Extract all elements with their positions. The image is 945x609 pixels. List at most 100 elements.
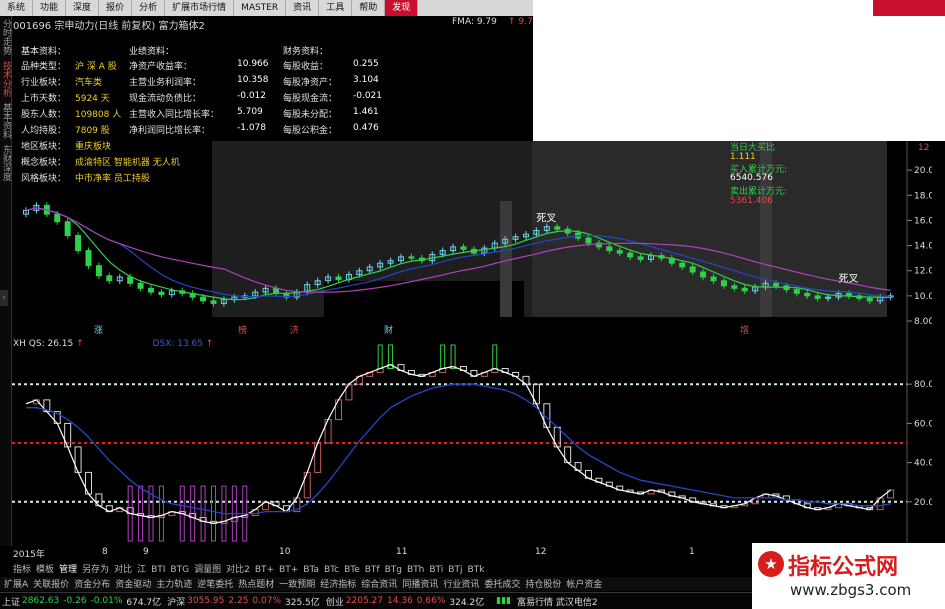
sh-index-amount: 674.7亿 bbox=[126, 597, 162, 608]
toolbar-tab[interactable]: 经济指标 bbox=[320, 580, 356, 590]
toolbar-tab[interactable]: BTf bbox=[365, 565, 380, 575]
tab-technical[interactable]: 技术分析 bbox=[0, 58, 13, 100]
toolbar-tab[interactable]: BTi bbox=[429, 565, 443, 575]
toolbar-tab[interactable]: BTa bbox=[303, 565, 319, 575]
toolbar-tab[interactable]: 另存为 bbox=[82, 565, 109, 575]
tab-fundamentals[interactable]: 基本资料 bbox=[0, 100, 13, 142]
info-label: 地区板块： bbox=[21, 142, 67, 152]
menu-function[interactable]: 功能 bbox=[33, 0, 67, 16]
info-label: 每股现金流： bbox=[283, 94, 338, 104]
menu-system[interactable]: 系统 bbox=[0, 0, 34, 16]
slow-line bbox=[26, 383, 891, 515]
candle-body bbox=[773, 282, 779, 287]
info-value: 0.476 bbox=[353, 123, 379, 133]
toolbar-tab[interactable]: 调量图 bbox=[194, 565, 221, 575]
watermark-logo-icon: ★ bbox=[758, 551, 784, 577]
cy-index-label[interactable]: 创业 bbox=[326, 595, 344, 608]
y-tick-label: 14.00 bbox=[914, 242, 932, 252]
toolbar-tab[interactable]: 扩展A bbox=[4, 580, 28, 590]
toolbar-tab[interactable]: 逆笔委托 bbox=[197, 580, 233, 590]
event-label[interactable]: 济 bbox=[290, 324, 299, 336]
menu-master[interactable]: MASTER bbox=[234, 0, 287, 16]
toolbar-tab[interactable]: BT+ bbox=[255, 565, 274, 575]
toolbar-tab[interactable]: 指标 bbox=[13, 565, 31, 575]
toolbar-tab[interactable]: BTI bbox=[151, 565, 165, 575]
candle-body bbox=[637, 256, 644, 260]
y-tick-label: 80.00 bbox=[914, 380, 932, 390]
toolbar-tab[interactable]: 管理 bbox=[59, 565, 77, 575]
info-value: 5.709 bbox=[237, 107, 263, 117]
menu-analysis[interactable]: 分析 bbox=[132, 0, 166, 16]
menu-news[interactable]: 资讯 bbox=[286, 0, 320, 16]
chart-bg-block bbox=[500, 201, 512, 317]
sh-index-price: 2862.63 bbox=[22, 596, 60, 606]
toolbar-tab[interactable]: 模板 bbox=[36, 565, 54, 575]
candle-body bbox=[106, 275, 113, 282]
info-label: 上市天数： bbox=[21, 94, 67, 104]
toolbar-tab[interactable]: 一致预期 bbox=[279, 580, 315, 590]
toolbar-tab[interactable]: 帐户资金 bbox=[566, 580, 602, 590]
toolbar-tab[interactable]: 对比 bbox=[114, 565, 132, 575]
toolbar-tab[interactable]: 综合资讯 bbox=[361, 580, 397, 590]
sh-index-change: -0.26 bbox=[63, 596, 87, 606]
toolbar-tab[interactable]: BTG bbox=[170, 565, 189, 575]
info-label: 概念板块： bbox=[21, 158, 67, 168]
menu-depth[interactable]: 深度 bbox=[66, 0, 100, 16]
menu-discover[interactable]: 发现 bbox=[385, 0, 419, 16]
toolbar-tab[interactable]: 关联报价 bbox=[33, 580, 69, 590]
toolbar-tab[interactable]: 对比2 bbox=[226, 565, 250, 575]
tab-intraday[interactable]: 分时走势 bbox=[0, 16, 13, 58]
indicator-chart[interactable]: 20.00 40.00 60.00 80.00 bbox=[12, 337, 932, 547]
toolbar-tab[interactable]: 主力轨迹 bbox=[156, 580, 192, 590]
event-label[interactable]: 财 bbox=[384, 324, 393, 336]
toolbar-tab[interactable]: 持仓股份 bbox=[525, 580, 561, 590]
info-value: 10.358 bbox=[237, 75, 269, 85]
indicator-toolbar: 指标 模板 管理 另存为 对比江 BTI BTG 调量图 对比2 BT+ BT+ BTa BTc BTe B… bbox=[13, 562, 489, 575]
basic-info-heading: 基本资料： bbox=[21, 47, 67, 57]
toolbar-tab[interactable]: 江 bbox=[137, 565, 146, 575]
info-value: 109808 人 bbox=[75, 110, 122, 120]
toolbar-tab[interactable]: BTh bbox=[407, 565, 424, 575]
candle-body bbox=[731, 285, 738, 289]
toolbar-tab[interactable]: 委托成交 bbox=[484, 580, 520, 590]
toolbar-tab[interactable]: BTj bbox=[448, 565, 462, 575]
toolbar-tab[interactable]: 热点题材 bbox=[238, 580, 274, 590]
candle-body bbox=[804, 292, 811, 297]
trade-status-badge bbox=[873, 0, 945, 16]
candle-body bbox=[700, 271, 707, 278]
toolbar-tab[interactable]: BTg bbox=[385, 565, 402, 575]
event-label[interactable]: 增 bbox=[740, 324, 749, 336]
hs-index-change: 2.25 bbox=[228, 596, 249, 606]
event-label[interactable]: 涨 bbox=[94, 325, 103, 336]
candle-body bbox=[616, 250, 623, 254]
info-label: 净利润同比增长率： bbox=[129, 126, 211, 136]
xhqs-arrow-icon: ↑ bbox=[76, 339, 84, 349]
toolbar-tab[interactable]: BTk bbox=[467, 565, 484, 575]
toolbar-tab[interactable]: 资金驱动 bbox=[115, 580, 151, 590]
month-label: 11 bbox=[396, 547, 408, 557]
hs-index-label[interactable]: 沪深 bbox=[167, 595, 185, 608]
toolbar-tab[interactable]: 行业资讯 bbox=[443, 580, 479, 590]
y-top-label: 12 bbox=[918, 143, 929, 153]
candle-body bbox=[793, 289, 800, 294]
info-label: 每股收益： bbox=[283, 62, 329, 72]
candle-body bbox=[210, 300, 217, 304]
fma-readout: FMA: 9.79 bbox=[452, 17, 497, 27]
menu-ext-market[interactable]: 扩展市场行情 bbox=[165, 0, 235, 16]
toolbar-tab[interactable]: 资金分布 bbox=[74, 580, 110, 590]
event-label[interactable]: 榜 bbox=[238, 324, 247, 336]
big-buy-ratio-value: 1.111 bbox=[730, 152, 756, 162]
menu-help[interactable]: 帮助 bbox=[352, 0, 386, 16]
info-value: -0.021 bbox=[353, 91, 383, 101]
collapse-arrow-icon[interactable]: ‹ bbox=[0, 290, 8, 306]
toolbar-tab[interactable]: 同播资讯 bbox=[402, 580, 438, 590]
toolbar-tab[interactable]: BT+ bbox=[279, 565, 298, 575]
menu-quote[interactable]: 报价 bbox=[99, 0, 133, 16]
sh-index-label[interactable]: 上证 bbox=[2, 595, 20, 608]
menu-tools[interactable]: 工具 bbox=[319, 0, 353, 16]
candle-body bbox=[408, 256, 415, 259]
info-label: 主营业务利润率： bbox=[129, 78, 202, 88]
toolbar-tab[interactable]: BTe bbox=[344, 565, 360, 575]
toolbar-tab[interactable]: BTc bbox=[324, 565, 339, 575]
info-value: 10.966 bbox=[237, 59, 269, 69]
